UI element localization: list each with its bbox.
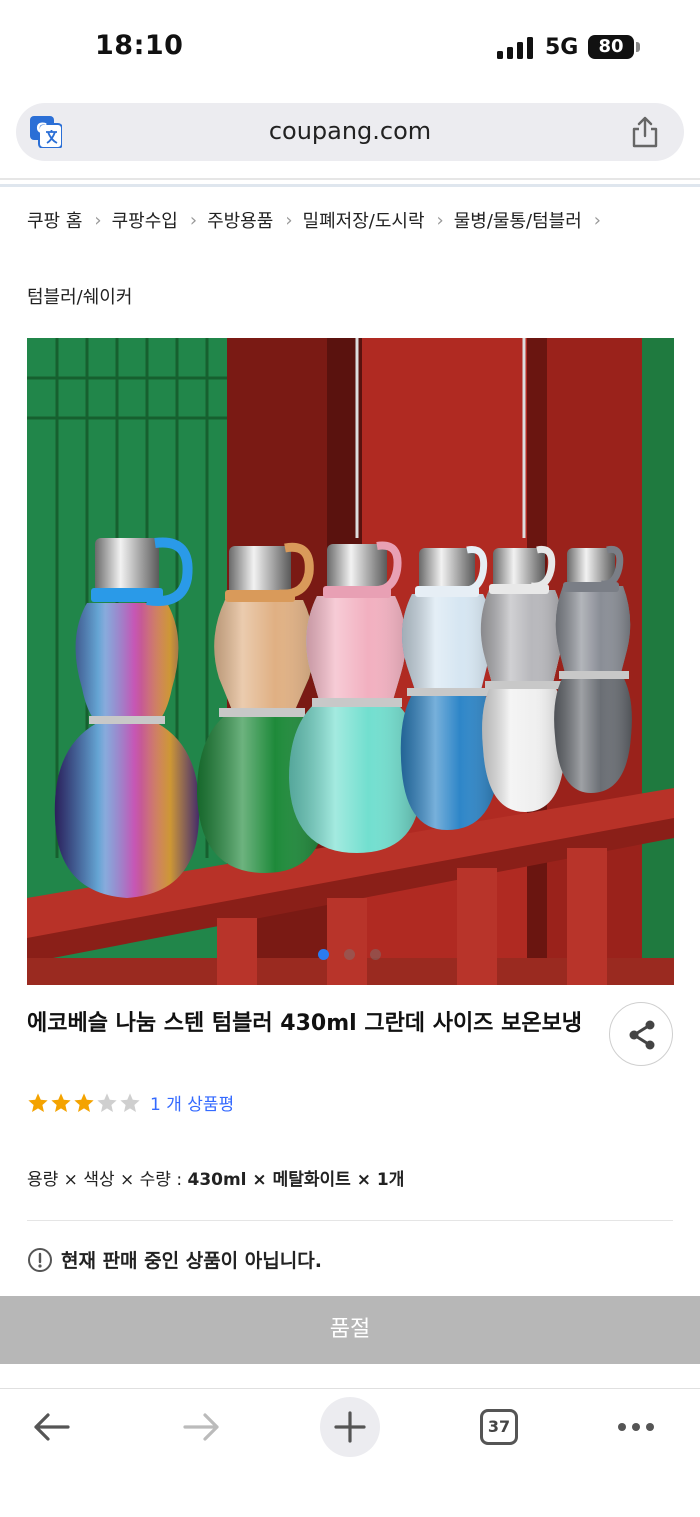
status-time: 18:10: [95, 30, 184, 61]
divider: [27, 1220, 673, 1221]
breadcrumb-item[interactable]: 주방용품: [207, 207, 273, 233]
star-icon: [120, 1092, 140, 1112]
gallery-dot[interactable]: [318, 949, 329, 960]
product-title: 에코베슬 나눔 스텐 텀블러 430ml 그란데 사이즈 보온보냉: [27, 1011, 583, 1036]
network-label: 5G: [545, 35, 579, 60]
share-icon: [629, 1020, 655, 1050]
option-label: 용량 × 색상 × 수량 :: [27, 1170, 188, 1190]
review-count-link[interactable]: 1 개 상품평: [150, 1090, 234, 1115]
url-text[interactable]: coupang.com: [16, 117, 684, 145]
battery-icon: 80: [588, 35, 634, 59]
option-value: 430ml × 메탈화이트 × 1개: [187, 1170, 405, 1190]
more-icon: [618, 1423, 654, 1431]
breadcrumb-item[interactable]: 밀폐저장/도시락: [303, 207, 425, 233]
tabs-icon: 37: [480, 1409, 518, 1445]
chevron-right-icon: ›: [189, 209, 198, 231]
battery-cap: [636, 42, 640, 52]
back-arrow-icon: [34, 1413, 70, 1441]
gallery-dot[interactable]: [370, 949, 381, 960]
forward-arrow-icon: [183, 1413, 219, 1441]
breadcrumb-item[interactable]: 쿠팡수입: [112, 207, 178, 233]
breadcrumb-item-current[interactable]: 텀블러/쉐이커: [27, 283, 132, 309]
product-image[interactable]: [27, 338, 674, 985]
breadcrumb-item[interactable]: 물병/물통/텀블러: [454, 207, 582, 233]
chevron-right-icon: ›: [94, 209, 102, 231]
breadcrumb-item[interactable]: 쿠팡 홈: [27, 207, 82, 233]
gallery-pagination: [0, 949, 700, 961]
browser-toolbar: 37: [0, 1389, 700, 1517]
address-bar[interactable]: G coupang.com: [16, 103, 684, 161]
signal-icon: [497, 37, 533, 59]
more-button[interactable]: [606, 1397, 666, 1457]
chevron-right-icon: ›: [285, 209, 293, 231]
rating: 1 개 상품평: [27, 1090, 234, 1115]
gallery-dot[interactable]: [344, 949, 355, 960]
star-icon: [74, 1092, 94, 1112]
chevron-right-icon: ›: [436, 209, 444, 231]
tabs-button[interactable]: 37: [469, 1397, 529, 1457]
plus-icon: [334, 1411, 366, 1443]
star-icon: [97, 1092, 117, 1112]
notice-text: 현재 판매 중인 상품이 아닙니다.: [61, 1250, 322, 1272]
status-bar: 18:10 5G 80: [0, 0, 700, 95]
star-icon: [51, 1092, 71, 1112]
star-rating: [27, 1092, 142, 1114]
selected-option: 용량 × 색상 × 수량 : 430ml × 메탈화이트 × 1개: [27, 1165, 404, 1190]
chevron-right-icon: ›: [593, 209, 601, 231]
new-tab-button[interactable]: [320, 1397, 380, 1457]
divider: [0, 184, 700, 187]
forward-button[interactable]: [171, 1397, 231, 1457]
share-icon[interactable]: [630, 115, 660, 149]
alert-circle-icon: [28, 1247, 52, 1272]
soldout-button[interactable]: 품절: [0, 1296, 700, 1364]
star-icon: [28, 1092, 48, 1112]
back-button[interactable]: [22, 1397, 82, 1457]
tumbler-photo: [27, 338, 674, 985]
breadcrumb: 쿠팡 홈 › 쿠팡수입 › 주방용품 › 밀폐저장/도시락 › 물병/물통/텀블…: [27, 207, 611, 233]
share-button[interactable]: [609, 1002, 673, 1066]
not-for-sale-notice: 현재 판매 중인 상품이 아닙니다.: [27, 1246, 322, 1273]
divider: [0, 178, 700, 180]
